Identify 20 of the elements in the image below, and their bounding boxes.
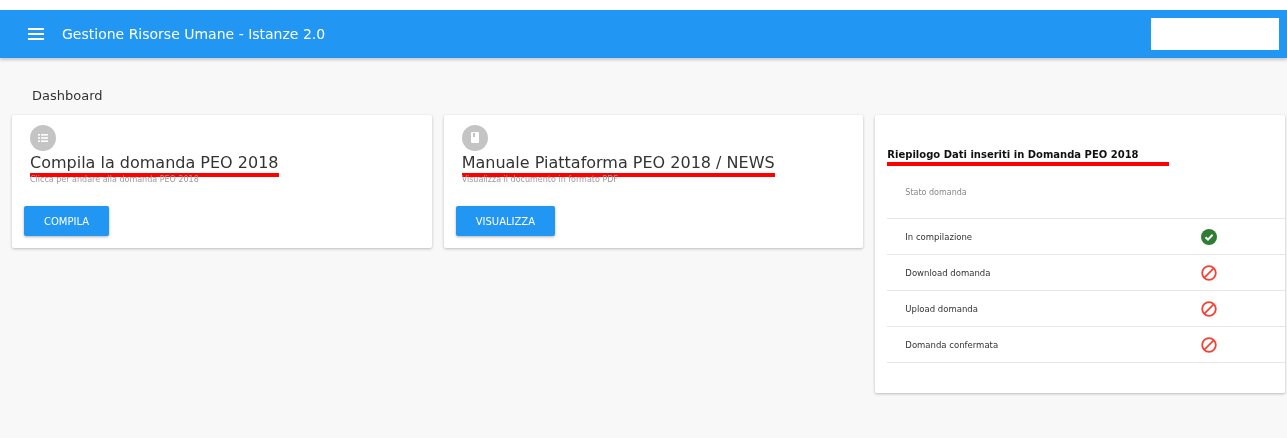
app-title: Gestione Risorse Umane - Istanze 2.0: [62, 26, 326, 42]
blocked-icon: [1201, 264, 1218, 281]
status-label: Domanda confermata: [905, 339, 1000, 350]
search-field[interactable]: [1151, 18, 1279, 50]
page-title: Dashboard: [32, 88, 104, 103]
action-button[interactable]: COMPILA: [24, 206, 110, 236]
action-button[interactable]: VISUALIZZA: [455, 206, 556, 236]
status-label: In compilazione: [905, 231, 974, 242]
blocked-icon: [1201, 336, 1218, 353]
column-header: Stato domanda: [905, 187, 967, 197]
book-icon: [461, 125, 488, 151]
list-icon: [30, 125, 56, 151]
status-label: Upload domanda: [905, 303, 979, 314]
summary-title: Riepilogo Dati inseriti in Domanda PEO 2018: [887, 149, 1169, 166]
blocked-icon: [1201, 300, 1218, 317]
check-icon: [1201, 228, 1218, 245]
status-label: Download domanda: [905, 267, 992, 278]
menu-icon[interactable]: [28, 28, 44, 40]
card-subtitle: Visualizza il documento in formato PDF: [461, 175, 619, 184]
card-subtitle: Clicca per andare alla domanda PEO 2018: [30, 175, 200, 184]
